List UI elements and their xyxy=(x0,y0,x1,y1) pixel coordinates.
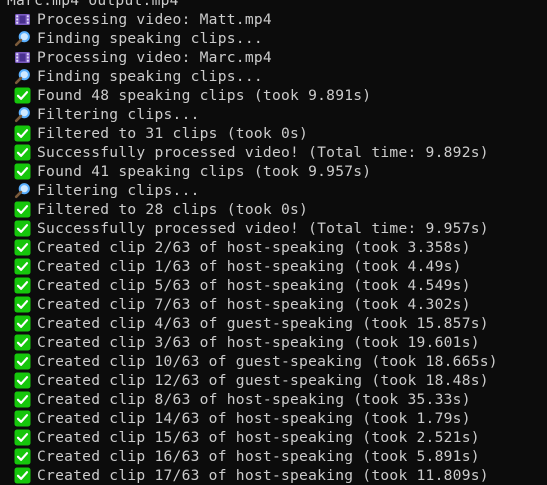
checkmark-icon xyxy=(14,353,31,370)
terminal-line-text: Found 41 speaking clips (took 9.957s) xyxy=(37,163,372,180)
terminal-line: Filtered to 28 clips (took 0s) xyxy=(0,200,547,219)
terminal-line: Processing video: Matt.mp4 xyxy=(0,10,547,29)
terminal-line: Created clip 5/63 of host-speaking (took… xyxy=(0,276,547,295)
magnifier-icon xyxy=(14,30,31,47)
terminal-line-text: Created clip 3/63 of host-speaking (took… xyxy=(37,334,480,351)
terminal-line: Processing video: Marc.mp4 xyxy=(0,48,547,67)
terminal-line: Created clip 14/63 of host-speaking (too… xyxy=(0,409,547,428)
terminal-line: Created clip 3/63 of host-speaking (took… xyxy=(0,333,547,352)
checkmark-icon xyxy=(14,391,31,408)
terminal-output[interactable]: Marc.mp4 output.mp4 Processing video: Mat… xyxy=(0,0,547,485)
magnifier-icon xyxy=(14,68,31,85)
terminal-line-text: Processing video: Marc.mp4 xyxy=(37,49,272,66)
terminal-line: Filtering clips... xyxy=(0,105,547,124)
terminal-line-text: Processing video: Matt.mp4 xyxy=(37,11,272,28)
terminal-line: Created clip 15/63 of host-speaking (too… xyxy=(0,428,547,447)
terminal-line-text: Created clip 12/63 of guest-speaking (to… xyxy=(37,372,489,389)
terminal-line: Marc.mp4 output.mp4 xyxy=(0,0,547,10)
checkmark-icon xyxy=(14,467,31,484)
magnifier-icon xyxy=(14,106,31,123)
terminal-line: Filtering clips... xyxy=(0,181,547,200)
checkmark-icon xyxy=(14,258,31,275)
terminal-line-text: Filtering clips... xyxy=(37,182,200,199)
terminal-line: Created clip 4/63 of guest-speaking (too… xyxy=(0,314,547,333)
checkmark-icon xyxy=(14,277,31,294)
terminal-line-text: Created clip 7/63 of host-speaking (took… xyxy=(37,296,471,313)
terminal-line: Finding speaking clips... xyxy=(0,29,547,48)
terminal-line-text: Created clip 2/63 of host-speaking (took… xyxy=(37,239,471,256)
checkmark-icon xyxy=(14,87,31,104)
terminal-line-text: Created clip 17/63 of host-speaking (too… xyxy=(37,467,489,484)
magnifier-icon xyxy=(14,182,31,199)
terminal-line: Created clip 16/63 of host-speaking (too… xyxy=(0,447,547,466)
terminal-line-text: Successfully processed video! (Total tim… xyxy=(37,144,489,161)
checkmark-icon xyxy=(14,334,31,351)
checkmark-icon xyxy=(14,220,31,237)
terminal-line-text: Created clip 15/63 of host-speaking (too… xyxy=(37,429,480,446)
terminal-line: Created clip 10/63 of guest-speaking (to… xyxy=(0,352,547,371)
checkmark-icon xyxy=(14,429,31,446)
terminal-line-text: Created clip 16/63 of host-speaking (too… xyxy=(37,448,480,465)
terminal-line-text: Created clip 8/63 of host-speaking (took… xyxy=(37,391,471,408)
terminal-line-text: Created clip 14/63 of host-speaking (too… xyxy=(37,410,471,427)
terminal-line: Created clip 2/63 of host-speaking (took… xyxy=(0,238,547,257)
terminal-line: Created clip 17/63 of host-speaking (too… xyxy=(0,466,547,485)
terminal-line-text: Filtering clips... xyxy=(37,106,200,123)
terminal-line-text: Created clip 4/63 of guest-speaking (too… xyxy=(37,315,489,332)
checkmark-icon xyxy=(14,239,31,256)
terminal-line-text: Successfully processed video! (Total tim… xyxy=(37,220,489,237)
film-frames-icon xyxy=(14,49,31,66)
terminal-line-text: Finding speaking clips... xyxy=(37,30,263,47)
terminal-line-text: Found 48 speaking clips (took 9.891s) xyxy=(37,87,372,104)
film-frames-icon xyxy=(14,11,31,28)
checkmark-icon xyxy=(14,315,31,332)
checkmark-icon xyxy=(14,125,31,142)
checkmark-icon xyxy=(14,296,31,313)
checkmark-icon xyxy=(14,372,31,389)
checkmark-icon xyxy=(14,163,31,180)
terminal-line-text: Created clip 10/63 of guest-speaking (to… xyxy=(37,353,498,370)
terminal-line-text: Filtered to 31 clips (took 0s) xyxy=(37,125,309,142)
terminal-line: Found 48 speaking clips (took 9.891s) xyxy=(0,86,547,105)
terminal-line: Successfully processed video! (Total tim… xyxy=(0,143,547,162)
terminal-line: Finding speaking clips... xyxy=(0,67,547,86)
terminal-line-text: Filtered to 28 clips (took 0s) xyxy=(37,201,309,218)
checkmark-icon xyxy=(14,144,31,161)
terminal-line: Successfully processed video! (Total tim… xyxy=(0,219,547,238)
terminal-line: Found 41 speaking clips (took 9.957s) xyxy=(0,162,547,181)
terminal-line-text: Created clip 1/63 of host-speaking (took… xyxy=(37,258,462,275)
terminal-line: Created clip 12/63 of guest-speaking (to… xyxy=(0,371,547,390)
terminal-line-text: Finding speaking clips... xyxy=(37,68,263,85)
terminal-line: Filtered to 31 clips (took 0s) xyxy=(0,124,547,143)
terminal-line: Created clip 8/63 of host-speaking (took… xyxy=(0,390,547,409)
terminal-line-text: Marc.mp4 output.mp4 xyxy=(7,0,179,9)
checkmark-icon xyxy=(14,410,31,427)
terminal-line-text: Created clip 5/63 of host-speaking (took… xyxy=(37,277,471,294)
terminal-line: Created clip 7/63 of host-speaking (took… xyxy=(0,295,547,314)
checkmark-icon xyxy=(14,201,31,218)
checkmark-icon xyxy=(14,448,31,465)
terminal-line: Created clip 1/63 of host-speaking (took… xyxy=(0,257,547,276)
